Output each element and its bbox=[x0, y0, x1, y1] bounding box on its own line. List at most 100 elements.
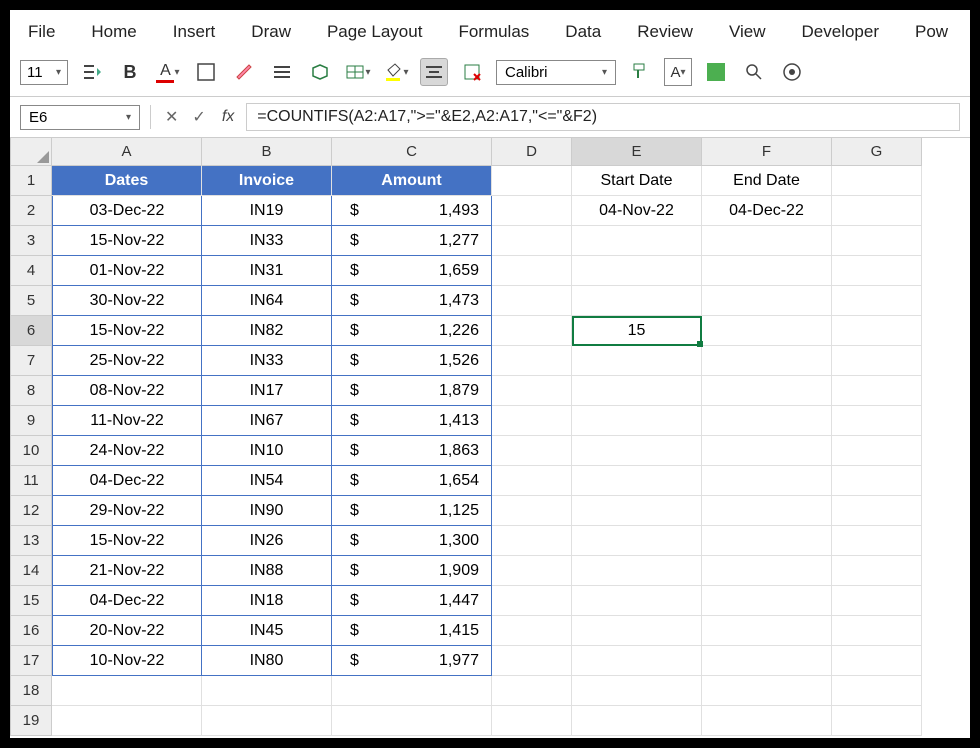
cell[interactable] bbox=[572, 406, 702, 436]
header-amount[interactable]: Amount bbox=[332, 166, 492, 196]
cell[interactable] bbox=[702, 646, 832, 676]
cell[interactable] bbox=[702, 526, 832, 556]
cell[interactable] bbox=[702, 556, 832, 586]
cell-invoice[interactable]: IN82 bbox=[202, 316, 332, 346]
cell[interactable] bbox=[702, 256, 832, 286]
cell[interactable] bbox=[702, 436, 832, 466]
cell-date[interactable]: 08-Nov-22 bbox=[52, 376, 202, 406]
start-date-label[interactable]: Start Date bbox=[572, 166, 702, 196]
cell-amount[interactable]: $1,277 bbox=[332, 226, 492, 256]
cell-date[interactable]: 04-Dec-22 bbox=[52, 586, 202, 616]
cell-date[interactable]: 15-Nov-22 bbox=[52, 226, 202, 256]
cell[interactable] bbox=[702, 286, 832, 316]
col-header[interactable]: F bbox=[702, 138, 832, 166]
cell-date[interactable]: 30-Nov-22 bbox=[52, 286, 202, 316]
header-invoice[interactable]: Invoice bbox=[202, 166, 332, 196]
cell-date[interactable]: 01-Nov-22 bbox=[52, 256, 202, 286]
letter-box-button[interactable]: A▾ bbox=[664, 58, 692, 86]
cell[interactable] bbox=[832, 586, 922, 616]
record-macro-icon[interactable] bbox=[778, 58, 806, 86]
cell[interactable] bbox=[702, 616, 832, 646]
cell-invoice[interactable]: IN80 bbox=[202, 646, 332, 676]
cell-amount[interactable]: $1,654 bbox=[332, 466, 492, 496]
col-header[interactable]: C bbox=[332, 138, 492, 166]
cell[interactable] bbox=[832, 286, 922, 316]
cell[interactable] bbox=[832, 556, 922, 586]
cell[interactable] bbox=[572, 526, 702, 556]
col-header[interactable]: B bbox=[202, 138, 332, 166]
cell[interactable] bbox=[492, 496, 572, 526]
cell[interactable] bbox=[832, 526, 922, 556]
cell-invoice[interactable]: IN33 bbox=[202, 346, 332, 376]
menu-home[interactable]: Home bbox=[73, 16, 154, 48]
cell[interactable] bbox=[572, 496, 702, 526]
menu-draw[interactable]: Draw bbox=[233, 16, 309, 48]
table-icon[interactable]: ▾ bbox=[344, 58, 372, 86]
cell-amount[interactable]: $1,493 bbox=[332, 196, 492, 226]
cell-invoice[interactable]: IN26 bbox=[202, 526, 332, 556]
cell[interactable] bbox=[492, 346, 572, 376]
cell-amount[interactable]: $1,300 bbox=[332, 526, 492, 556]
cell[interactable] bbox=[202, 676, 332, 706]
cell-invoice[interactable]: IN67 bbox=[202, 406, 332, 436]
row-header[interactable]: 15 bbox=[10, 586, 52, 616]
cell[interactable] bbox=[492, 256, 572, 286]
cell-amount[interactable]: $1,977 bbox=[332, 646, 492, 676]
cell-invoice[interactable]: IN31 bbox=[202, 256, 332, 286]
row-header[interactable]: 12 bbox=[10, 496, 52, 526]
cell[interactable] bbox=[702, 316, 832, 346]
cell-invoice[interactable]: IN10 bbox=[202, 436, 332, 466]
align-button[interactable] bbox=[268, 58, 296, 86]
cell[interactable]: 04-Nov-22 bbox=[572, 196, 702, 226]
cell-amount[interactable]: $1,447 bbox=[332, 586, 492, 616]
cancel-icon[interactable]: ✕ bbox=[161, 107, 182, 127]
format-painter-icon[interactable] bbox=[626, 58, 654, 86]
cell[interactable] bbox=[832, 436, 922, 466]
border-button[interactable] bbox=[192, 58, 220, 86]
cell-date[interactable]: 10-Nov-22 bbox=[52, 646, 202, 676]
cell[interactable] bbox=[832, 466, 922, 496]
row-header[interactable]: 17 bbox=[10, 646, 52, 676]
row-header[interactable]: 14 bbox=[10, 556, 52, 586]
cell[interactable] bbox=[572, 556, 702, 586]
delete-sheet-icon[interactable] bbox=[458, 58, 486, 86]
cell[interactable] bbox=[572, 646, 702, 676]
fx-label[interactable]: fx bbox=[216, 108, 240, 126]
row-header[interactable]: 8 bbox=[10, 376, 52, 406]
cell-date[interactable]: 24-Nov-22 bbox=[52, 436, 202, 466]
cell[interactable] bbox=[702, 406, 832, 436]
cell[interactable] bbox=[492, 466, 572, 496]
font-color-button[interactable]: A▾ bbox=[154, 58, 182, 86]
cell[interactable]: 04-Dec-22 bbox=[702, 196, 832, 226]
cell[interactable] bbox=[572, 226, 702, 256]
cell[interactable] bbox=[832, 196, 922, 226]
cell[interactable] bbox=[702, 586, 832, 616]
cell-amount[interactable]: $1,863 bbox=[332, 436, 492, 466]
cell-invoice[interactable]: IN45 bbox=[202, 616, 332, 646]
col-header[interactable]: G bbox=[832, 138, 922, 166]
cell[interactable] bbox=[832, 496, 922, 526]
zoom-icon[interactable] bbox=[740, 58, 768, 86]
name-box[interactable]: E6 ▾ bbox=[20, 105, 140, 130]
cell-invoice[interactable]: IN88 bbox=[202, 556, 332, 586]
center-align-button[interactable] bbox=[420, 58, 448, 86]
cell[interactable] bbox=[492, 556, 572, 586]
cell-invoice[interactable]: IN33 bbox=[202, 226, 332, 256]
cell-invoice[interactable]: IN64 bbox=[202, 286, 332, 316]
cell-invoice[interactable]: IN19 bbox=[202, 196, 332, 226]
cell[interactable] bbox=[572, 616, 702, 646]
menu-page-layout[interactable]: Page Layout bbox=[309, 16, 440, 48]
cell[interactable] bbox=[572, 706, 702, 736]
menu-powerquery[interactable]: Pow bbox=[897, 16, 966, 48]
cell[interactable] bbox=[702, 706, 832, 736]
row-header[interactable]: 18 bbox=[10, 676, 52, 706]
row-header[interactable]: 10 bbox=[10, 436, 52, 466]
row-header[interactable]: 4 bbox=[10, 256, 52, 286]
cell[interactable]: 15 bbox=[572, 316, 702, 346]
increase-indent-icon[interactable] bbox=[78, 58, 106, 86]
cell[interactable] bbox=[702, 346, 832, 376]
row-header[interactable]: 13 bbox=[10, 526, 52, 556]
cell[interactable] bbox=[702, 376, 832, 406]
menu-data[interactable]: Data bbox=[547, 16, 619, 48]
end-date-label[interactable]: End Date bbox=[702, 166, 832, 196]
